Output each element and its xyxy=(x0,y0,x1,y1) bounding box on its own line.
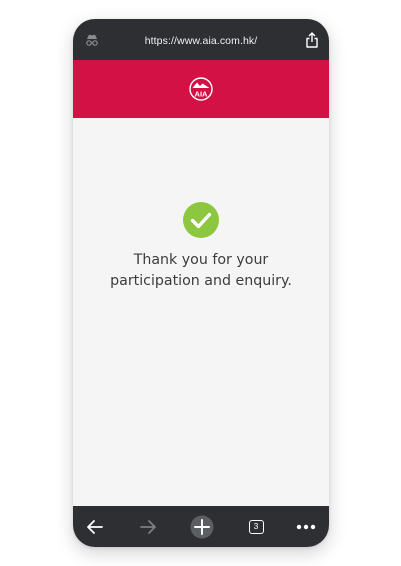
browser-address-bar: https://www.aia.com.hk/ xyxy=(73,19,329,60)
new-tab-button[interactable] xyxy=(182,506,222,547)
phone-frame: https://www.aia.com.hk/ AIA Thank you fo… xyxy=(73,19,329,547)
message-line-2: participation and enquiry. xyxy=(110,273,292,289)
incognito-icon xyxy=(86,34,98,46)
message-line-1: Thank you for your xyxy=(133,252,269,268)
new-tab-plus-icon xyxy=(190,515,214,538)
back-button[interactable] xyxy=(75,506,115,547)
aia-logo[interactable]: AIA xyxy=(189,77,213,101)
url-text[interactable]: https://www.aia.com.hk/ xyxy=(145,35,258,47)
brand-header: AIA xyxy=(73,60,329,118)
forward-button[interactable] xyxy=(128,506,168,547)
more-dots-icon xyxy=(296,524,316,529)
checkmark-circle-icon xyxy=(183,202,219,238)
browser-toolbar: 3 xyxy=(73,506,329,547)
main-content: Thank you for your participation and enq… xyxy=(73,118,329,527)
tabs-button[interactable]: 3 xyxy=(236,506,276,547)
forward-arrow-icon xyxy=(140,519,156,534)
tabs-count-icon: 3 xyxy=(248,519,264,534)
confirmation-message: Thank you for your participation and enq… xyxy=(73,250,329,292)
logo-text: AIA xyxy=(195,90,209,99)
more-button[interactable] xyxy=(286,506,326,547)
share-icon[interactable] xyxy=(305,32,319,48)
back-arrow-icon xyxy=(87,519,103,534)
